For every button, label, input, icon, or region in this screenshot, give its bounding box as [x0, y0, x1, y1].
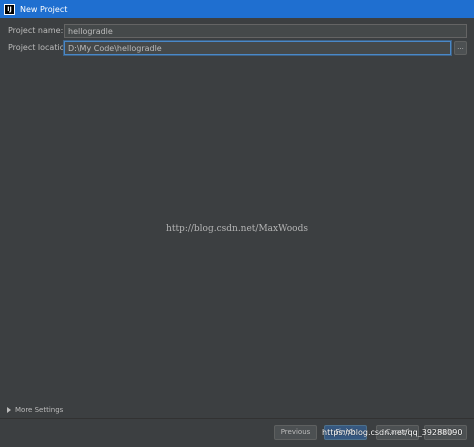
- project-location-label: Project location:: [8, 43, 73, 52]
- chevron-right-icon: [7, 407, 11, 413]
- title-bar: IJ New Project: [0, 0, 474, 18]
- window-title: New Project: [20, 4, 68, 14]
- project-location-row: Project location: ...: [0, 41, 474, 55]
- footer-divider: [0, 418, 474, 419]
- project-name-input[interactable]: [64, 24, 467, 38]
- center-watermark: http://blog.csdn.net/MaxWoods: [166, 224, 308, 234]
- project-name-row: Project name:: [0, 24, 474, 38]
- intellij-app-icon: IJ: [4, 3, 15, 15]
- more-settings-toggle[interactable]: More Settings: [7, 406, 63, 414]
- bottom-watermark: https://blog.csdn.net/qq_39288090: [322, 428, 463, 437]
- previous-button[interactable]: Previous: [274, 425, 317, 440]
- more-settings-label: More Settings: [15, 406, 64, 414]
- project-location-input[interactable]: [64, 41, 451, 55]
- browse-button[interactable]: ...: [454, 41, 467, 55]
- project-name-label: Project name:: [8, 26, 64, 35]
